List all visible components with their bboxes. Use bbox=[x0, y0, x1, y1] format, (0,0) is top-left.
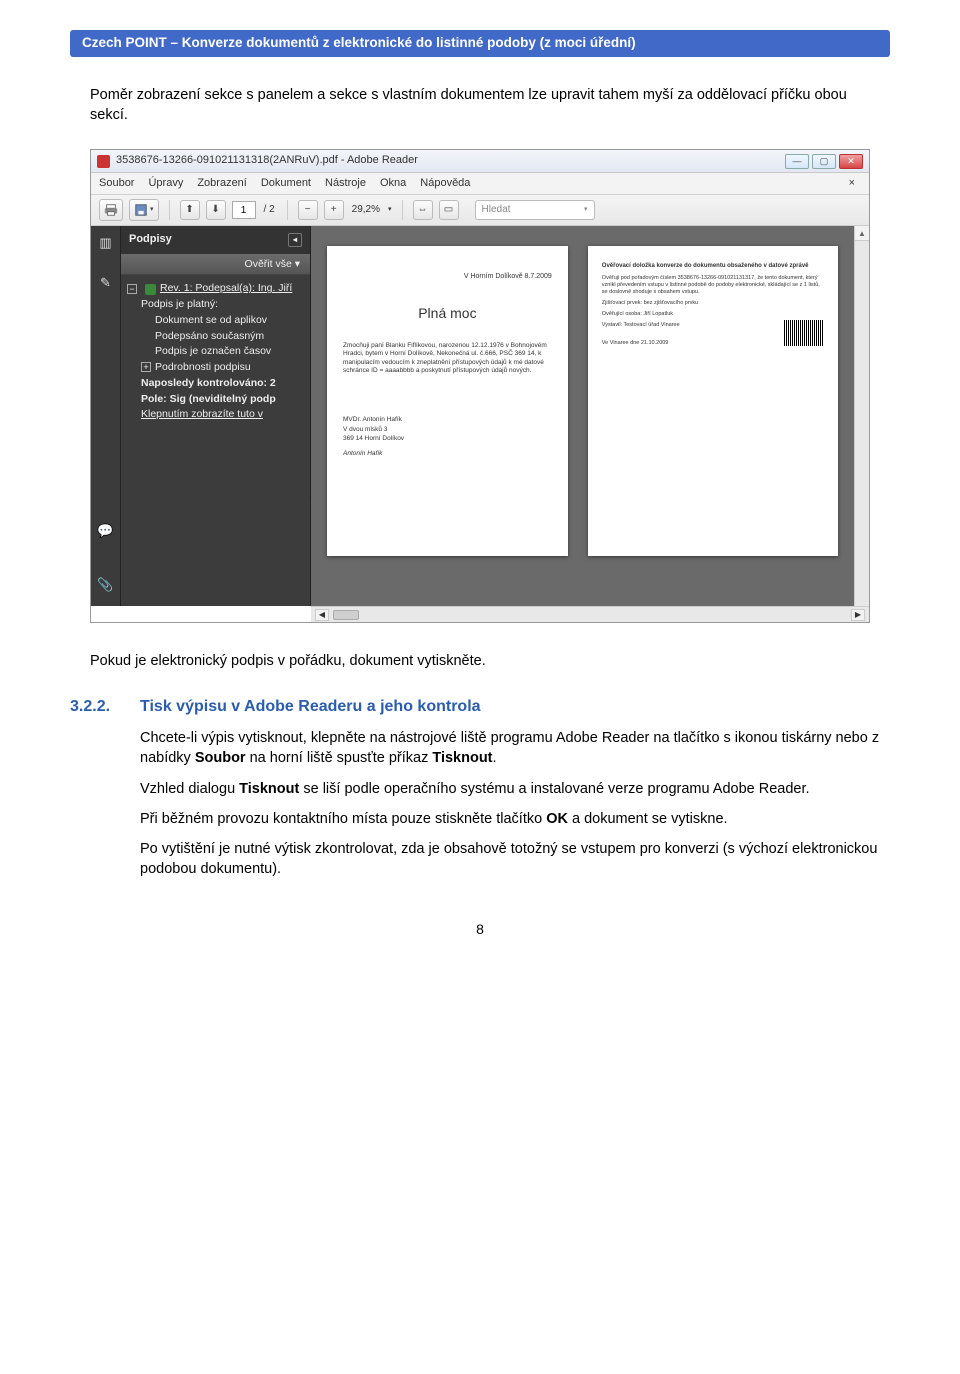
scrollbar-thumb[interactable] bbox=[333, 610, 359, 620]
verify-all-button[interactable]: Ověřit vše ▾ bbox=[121, 254, 310, 276]
vertical-scrollbar[interactable]: ▲ bbox=[854, 226, 869, 606]
menu-okna[interactable]: Okna bbox=[380, 176, 406, 191]
next-page-button[interactable]: ⬇ bbox=[206, 200, 226, 220]
section-paragraph: Po vytištění je nutné výtisk zkontrolova… bbox=[140, 839, 880, 880]
window-title: 3538676-13266-091021131318(2ANRuV).pdf -… bbox=[116, 153, 418, 168]
signatures-tree: − Rev. 1: Podepsal(a): Ing. Jiří Podpis … bbox=[121, 275, 310, 606]
close-button[interactable]: ✕ bbox=[839, 154, 863, 169]
signature-revision-row[interactable]: − Rev. 1: Podepsal(a): Ing. Jiří bbox=[127, 281, 306, 297]
page-number-input[interactable] bbox=[232, 201, 256, 219]
window-controls: — ▢ ✕ bbox=[785, 154, 863, 169]
collapse-panel-button[interactable]: ◂ bbox=[288, 233, 302, 247]
page-header-bar: Czech POINT – Konverze dokumentů z elekt… bbox=[70, 30, 890, 57]
page-header-title: Czech POINT – Konverze dokumentů z elekt… bbox=[82, 35, 636, 50]
doc-signature-block: MVDr. Antonín Hafík V dvou mlsků 3 369 1… bbox=[343, 415, 552, 457]
zoom-out-button[interactable]: − bbox=[298, 200, 318, 220]
menu-soubor[interactable]: Soubor bbox=[99, 176, 134, 191]
menubar: Soubor Úpravy Zobrazení Dokument Nástroj… bbox=[91, 173, 869, 195]
search-input[interactable]: Hledat ▾ bbox=[475, 200, 595, 220]
horizontal-scrollbar[interactable]: ◀ ▶ bbox=[311, 606, 869, 622]
section-paragraph: Chcete-li výpis vytisknout, klepněte na … bbox=[140, 728, 880, 769]
zoom-in-button[interactable]: + bbox=[324, 200, 344, 220]
zoom-level-label: 29,2% bbox=[350, 203, 382, 217]
search-placeholder: Hledat bbox=[482, 203, 511, 217]
section-paragraph: Při běžném provozu kontaktního místa pou… bbox=[140, 809, 880, 829]
pages-panel-icon[interactable]: ▥ bbox=[97, 234, 115, 252]
menu-zobrazeni[interactable]: Zobrazení bbox=[197, 176, 247, 191]
scroll-left-arrow-icon[interactable]: ◀ bbox=[315, 609, 329, 621]
tree-collapse-icon[interactable]: − bbox=[127, 284, 137, 294]
after-screenshot-block: Pokud je elektronický podpis v pořádku, … bbox=[90, 651, 870, 671]
clause-line: Ověřuji pod pořadovým číslem 3538676-132… bbox=[602, 275, 824, 296]
menubar-close-icon[interactable]: × bbox=[843, 176, 861, 191]
comments-panel-icon[interactable]: 💬 bbox=[97, 522, 115, 540]
tree-row: Naposledy kontrolováno: 2 bbox=[127, 376, 306, 392]
tree-row: Podepsáno současným bbox=[127, 329, 306, 345]
tree-row[interactable]: Klepnutím zobrazíte tuto v bbox=[127, 407, 306, 423]
signatures-panel: Podpisy ◂ Ověřit vše ▾ − Rev. 1: Podepsa… bbox=[121, 226, 311, 606]
after-screenshot-paragraph: Pokud je elektronický podpis v pořádku, … bbox=[90, 651, 870, 671]
prev-page-button[interactable]: ⬆ bbox=[180, 200, 200, 220]
tree-row: Dokument se od aplikov bbox=[127, 313, 306, 329]
fit-width-button[interactable]: ⇔ bbox=[413, 200, 433, 220]
signature-valid-icon bbox=[145, 284, 156, 295]
menu-nastroje[interactable]: Nástroje bbox=[325, 176, 366, 191]
adobe-reader-window: 3538676-13266-091021131318(2ANRuV).pdf -… bbox=[90, 149, 870, 623]
signatures-panel-header: Podpisy ◂ bbox=[121, 226, 310, 253]
barcode-icon bbox=[784, 320, 824, 346]
menu-napoveda[interactable]: Nápověda bbox=[420, 176, 470, 191]
page-total-label: / 2 bbox=[262, 203, 277, 217]
tree-row: Pole: Sig (neviditelný podp bbox=[127, 392, 306, 408]
signatures-panel-icon[interactable]: ✎ bbox=[97, 274, 115, 292]
tree-row: Podpis je označen časov bbox=[127, 344, 306, 360]
menu-upravy[interactable]: Úpravy bbox=[148, 176, 183, 191]
document-page-1: V Horním Dolíkově 8.7.2009 Plná moc Zmoc… bbox=[327, 246, 568, 556]
section-title: Tisk výpisu v Adobe Readeru a jeho kontr… bbox=[140, 696, 481, 718]
doc-date: V Horním Dolíkově 8.7.2009 bbox=[343, 272, 552, 282]
reader-body: ▥ ✎ 💬 📎 Podpisy ◂ Ověřit vše ▾ − Rev bbox=[91, 226, 869, 606]
page-number: 8 bbox=[70, 920, 890, 940]
intro-block: Poměr zobrazení sekce s panelem a sekce … bbox=[90, 85, 870, 126]
left-icon-strip: ▥ ✎ 💬 📎 bbox=[91, 226, 121, 606]
document-viewport[interactable]: V Horním Dolíkově 8.7.2009 Plná moc Zmoc… bbox=[311, 226, 854, 606]
attachments-panel-icon[interactable]: 📎 bbox=[97, 576, 115, 594]
menu-dokument[interactable]: Dokument bbox=[261, 176, 311, 191]
scroll-up-arrow-icon[interactable]: ▲ bbox=[855, 226, 869, 241]
doc-paragraph: Zmocňuji paní Blanku Fiflíkovou, narozen… bbox=[343, 342, 552, 376]
section-heading-row: 3.2.2. Tisk výpisu v Adobe Readeru a jeh… bbox=[70, 696, 890, 718]
clause-line: Ověřující osoba: Jiří Lopatluk bbox=[602, 311, 824, 318]
section-number: 3.2.2. bbox=[70, 696, 126, 718]
save-button[interactable]: ▾ bbox=[129, 199, 159, 221]
section-body: Chcete-li výpis vytisknout, klepněte na … bbox=[140, 728, 880, 880]
tree-expand-icon[interactable]: + bbox=[141, 362, 151, 372]
signatures-panel-title: Podpisy bbox=[129, 232, 172, 247]
tree-row[interactable]: +Podrobnosti podpisu bbox=[127, 360, 306, 376]
print-button[interactable] bbox=[99, 199, 123, 221]
screenshot-container: 3538676-13266-091021131318(2ANRuV).pdf -… bbox=[90, 149, 870, 623]
intro-paragraph: Poměr zobrazení sekce s panelem a sekce … bbox=[90, 85, 870, 126]
fit-page-button[interactable]: ▭ bbox=[439, 200, 459, 220]
section-paragraph: Vzhled dialogu Tisknout se liší podle op… bbox=[140, 779, 880, 799]
tree-row: Podpis je platný: bbox=[127, 297, 306, 313]
document-page-2: Ověřovací doložka konverze do dokumentu … bbox=[588, 246, 838, 556]
printer-icon bbox=[104, 203, 118, 217]
maximize-button[interactable]: ▢ bbox=[812, 154, 836, 169]
scroll-right-arrow-icon[interactable]: ▶ bbox=[851, 609, 865, 621]
doc-title: Plná moc bbox=[343, 304, 552, 324]
clause-heading: Ověřovací doložka konverze do dokumentu … bbox=[602, 262, 824, 270]
pdf-icon bbox=[97, 155, 110, 168]
window-titlebar: 3538676-13266-091021131318(2ANRuV).pdf -… bbox=[91, 150, 869, 172]
disk-icon bbox=[134, 203, 148, 217]
minimize-button[interactable]: — bbox=[785, 154, 809, 169]
toolbar: ▾ ⬆ ⬇ / 2 − + 29,2% ▾ ⇔ ▭ Hledat ▾ bbox=[91, 195, 869, 226]
clause-line: Zjišťovací prvek: bez zjišťovacího prvku bbox=[602, 300, 824, 307]
